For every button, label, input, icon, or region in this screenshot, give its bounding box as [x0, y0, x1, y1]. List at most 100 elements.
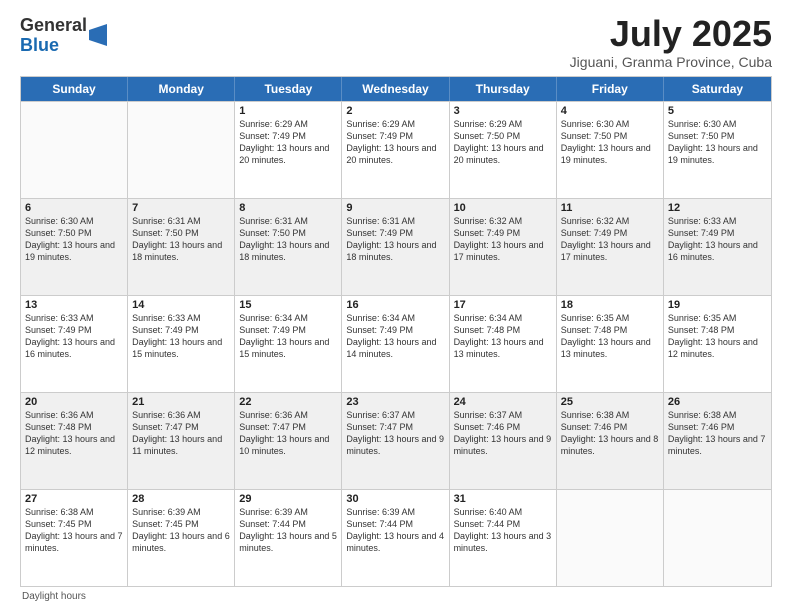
day-info: Sunrise: 6:34 AM Sunset: 7:49 PM Dayligh… — [346, 312, 444, 361]
day-info: Sunrise: 6:30 AM Sunset: 7:50 PM Dayligh… — [668, 118, 767, 167]
day-info: Sunrise: 6:33 AM Sunset: 7:49 PM Dayligh… — [25, 312, 123, 361]
day-cell-14: 14Sunrise: 6:33 AM Sunset: 7:49 PM Dayli… — [128, 296, 235, 392]
day-number: 1 — [239, 105, 337, 117]
day-cell-19: 19Sunrise: 6:35 AM Sunset: 7:48 PM Dayli… — [664, 296, 771, 392]
day-cell-17: 17Sunrise: 6:34 AM Sunset: 7:48 PM Dayli… — [450, 296, 557, 392]
day-number: 18 — [561, 299, 659, 311]
day-cell-8: 8Sunrise: 6:31 AM Sunset: 7:50 PM Daylig… — [235, 199, 342, 295]
day-info: Sunrise: 6:37 AM Sunset: 7:46 PM Dayligh… — [454, 409, 552, 458]
day-cell-9: 9Sunrise: 6:31 AM Sunset: 7:49 PM Daylig… — [342, 199, 449, 295]
header-day-saturday: Saturday — [664, 77, 771, 101]
day-info: Sunrise: 6:36 AM Sunset: 7:48 PM Dayligh… — [25, 409, 123, 458]
day-number: 17 — [454, 299, 552, 311]
day-cell-20: 20Sunrise: 6:36 AM Sunset: 7:48 PM Dayli… — [21, 393, 128, 489]
day-cell-12: 12Sunrise: 6:33 AM Sunset: 7:49 PM Dayli… — [664, 199, 771, 295]
header: General Blue July 2025 Jiguani, Granma P… — [20, 16, 772, 70]
day-number: 5 — [668, 105, 767, 117]
day-info: Sunrise: 6:32 AM Sunset: 7:49 PM Dayligh… — [454, 215, 552, 264]
week-row-5: 27Sunrise: 6:38 AM Sunset: 7:45 PM Dayli… — [21, 489, 771, 586]
header-day-friday: Friday — [557, 77, 664, 101]
day-info: Sunrise: 6:38 AM Sunset: 7:45 PM Dayligh… — [25, 506, 123, 555]
day-cell-6: 6Sunrise: 6:30 AM Sunset: 7:50 PM Daylig… — [21, 199, 128, 295]
day-info: Sunrise: 6:31 AM Sunset: 7:49 PM Dayligh… — [346, 215, 444, 264]
calendar: SundayMondayTuesdayWednesdayThursdayFrid… — [20, 76, 772, 587]
footer: Daylight hours — [20, 591, 772, 602]
day-cell-31: 31Sunrise: 6:40 AM Sunset: 7:44 PM Dayli… — [450, 490, 557, 586]
day-info: Sunrise: 6:32 AM Sunset: 7:49 PM Dayligh… — [561, 215, 659, 264]
day-number: 31 — [454, 493, 552, 505]
day-info: Sunrise: 6:33 AM Sunset: 7:49 PM Dayligh… — [668, 215, 767, 264]
logo: General Blue — [20, 16, 107, 56]
header-day-tuesday: Tuesday — [235, 77, 342, 101]
day-info: Sunrise: 6:29 AM Sunset: 7:49 PM Dayligh… — [239, 118, 337, 167]
day-number: 2 — [346, 105, 444, 117]
day-info: Sunrise: 6:37 AM Sunset: 7:47 PM Dayligh… — [346, 409, 444, 458]
header-day-sunday: Sunday — [21, 77, 128, 101]
day-number: 12 — [668, 202, 767, 214]
page: General Blue July 2025 Jiguani, Granma P… — [0, 0, 792, 612]
day-cell-3: 3Sunrise: 6:29 AM Sunset: 7:50 PM Daylig… — [450, 102, 557, 198]
day-info: Sunrise: 6:35 AM Sunset: 7:48 PM Dayligh… — [668, 312, 767, 361]
day-number: 28 — [132, 493, 230, 505]
day-cell-30: 30Sunrise: 6:39 AM Sunset: 7:44 PM Dayli… — [342, 490, 449, 586]
day-number: 7 — [132, 202, 230, 214]
day-info: Sunrise: 6:34 AM Sunset: 7:48 PM Dayligh… — [454, 312, 552, 361]
day-number: 8 — [239, 202, 337, 214]
day-number: 15 — [239, 299, 337, 311]
day-info: Sunrise: 6:30 AM Sunset: 7:50 PM Dayligh… — [561, 118, 659, 167]
day-info: Sunrise: 6:29 AM Sunset: 7:49 PM Dayligh… — [346, 118, 444, 167]
day-number: 29 — [239, 493, 337, 505]
week-row-4: 20Sunrise: 6:36 AM Sunset: 7:48 PM Dayli… — [21, 392, 771, 489]
day-info: Sunrise: 6:33 AM Sunset: 7:49 PM Dayligh… — [132, 312, 230, 361]
day-info: Sunrise: 6:30 AM Sunset: 7:50 PM Dayligh… — [25, 215, 123, 264]
day-info: Sunrise: 6:39 AM Sunset: 7:44 PM Dayligh… — [346, 506, 444, 555]
week-row-2: 6Sunrise: 6:30 AM Sunset: 7:50 PM Daylig… — [21, 198, 771, 295]
day-number: 21 — [132, 396, 230, 408]
day-cell-24: 24Sunrise: 6:37 AM Sunset: 7:46 PM Dayli… — [450, 393, 557, 489]
day-cell-13: 13Sunrise: 6:33 AM Sunset: 7:49 PM Dayli… — [21, 296, 128, 392]
day-cell-empty — [128, 102, 235, 198]
day-cell-1: 1Sunrise: 6:29 AM Sunset: 7:49 PM Daylig… — [235, 102, 342, 198]
day-cell-27: 27Sunrise: 6:38 AM Sunset: 7:45 PM Dayli… — [21, 490, 128, 586]
day-cell-15: 15Sunrise: 6:34 AM Sunset: 7:49 PM Dayli… — [235, 296, 342, 392]
day-cell-16: 16Sunrise: 6:34 AM Sunset: 7:49 PM Dayli… — [342, 296, 449, 392]
week-row-1: 1Sunrise: 6:29 AM Sunset: 7:49 PM Daylig… — [21, 101, 771, 198]
title-section: July 2025 Jiguani, Granma Province, Cuba — [570, 16, 772, 70]
day-number: 6 — [25, 202, 123, 214]
day-info: Sunrise: 6:39 AM Sunset: 7:44 PM Dayligh… — [239, 506, 337, 555]
day-number: 9 — [346, 202, 444, 214]
month-title: July 2025 — [570, 16, 772, 52]
day-number: 16 — [346, 299, 444, 311]
day-cell-5: 5Sunrise: 6:30 AM Sunset: 7:50 PM Daylig… — [664, 102, 771, 198]
calendar-body: 1Sunrise: 6:29 AM Sunset: 7:49 PM Daylig… — [21, 101, 771, 586]
day-info: Sunrise: 6:38 AM Sunset: 7:46 PM Dayligh… — [668, 409, 767, 458]
day-cell-empty — [664, 490, 771, 586]
day-info: Sunrise: 6:29 AM Sunset: 7:50 PM Dayligh… — [454, 118, 552, 167]
day-cell-21: 21Sunrise: 6:36 AM Sunset: 7:47 PM Dayli… — [128, 393, 235, 489]
week-row-3: 13Sunrise: 6:33 AM Sunset: 7:49 PM Dayli… — [21, 295, 771, 392]
logo-general: General — [20, 16, 87, 36]
day-cell-4: 4Sunrise: 6:30 AM Sunset: 7:50 PM Daylig… — [557, 102, 664, 198]
day-info: Sunrise: 6:34 AM Sunset: 7:49 PM Dayligh… — [239, 312, 337, 361]
day-cell-29: 29Sunrise: 6:39 AM Sunset: 7:44 PM Dayli… — [235, 490, 342, 586]
day-cell-11: 11Sunrise: 6:32 AM Sunset: 7:49 PM Dayli… — [557, 199, 664, 295]
header-day-monday: Monday — [128, 77, 235, 101]
day-info: Sunrise: 6:35 AM Sunset: 7:48 PM Dayligh… — [561, 312, 659, 361]
logo-blue: Blue — [20, 36, 87, 56]
day-info: Sunrise: 6:38 AM Sunset: 7:46 PM Dayligh… — [561, 409, 659, 458]
day-cell-7: 7Sunrise: 6:31 AM Sunset: 7:50 PM Daylig… — [128, 199, 235, 295]
header-day-wednesday: Wednesday — [342, 77, 449, 101]
day-number: 24 — [454, 396, 552, 408]
day-number: 30 — [346, 493, 444, 505]
day-cell-25: 25Sunrise: 6:38 AM Sunset: 7:46 PM Dayli… — [557, 393, 664, 489]
day-cell-18: 18Sunrise: 6:35 AM Sunset: 7:48 PM Dayli… — [557, 296, 664, 392]
day-cell-empty — [557, 490, 664, 586]
logo-icon — [89, 24, 107, 46]
day-cell-22: 22Sunrise: 6:36 AM Sunset: 7:47 PM Dayli… — [235, 393, 342, 489]
day-cell-10: 10Sunrise: 6:32 AM Sunset: 7:49 PM Dayli… — [450, 199, 557, 295]
day-info: Sunrise: 6:31 AM Sunset: 7:50 PM Dayligh… — [239, 215, 337, 264]
day-number: 20 — [25, 396, 123, 408]
day-number: 3 — [454, 105, 552, 117]
header-day-thursday: Thursday — [450, 77, 557, 101]
day-cell-empty — [21, 102, 128, 198]
